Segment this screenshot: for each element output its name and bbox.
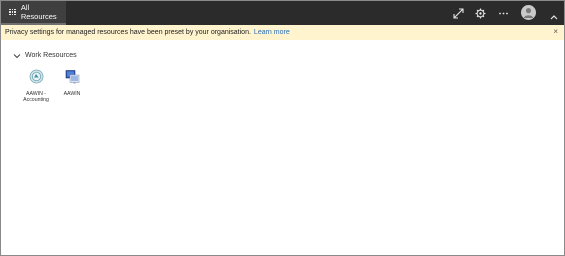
chevron-up-icon[interactable] [548, 11, 560, 23]
privacy-banner: Privacy settings for managed resources h… [1, 25, 564, 40]
all-resources-tab-label: All Resources [20, 3, 57, 21]
remote-app-icon [29, 69, 44, 89]
close-icon[interactable]: × [553, 27, 558, 36]
resource-label: AAWIN - Accounting [23, 91, 49, 104]
gear-icon[interactable] [474, 7, 486, 19]
resource-label: AAWIN [63, 91, 81, 97]
top-bar: All Resources [1, 1, 564, 25]
work-resources-title: Work Resources [25, 52, 77, 59]
work-resources-section-header[interactable]: Work Resources [13, 52, 77, 59]
chevron-down-icon [13, 53, 21, 59]
resource-tile[interactable]: AAWIN [52, 69, 92, 97]
resource-tile[interactable]: AAWIN - Accounting [16, 69, 56, 103]
privacy-banner-message: Privacy settings for managed resources h… [5, 29, 251, 36]
expand-icon[interactable] [452, 7, 464, 19]
all-resources-tab[interactable]: All Resources [1, 1, 66, 25]
more-icon[interactable] [497, 7, 509, 19]
app-window: All Resources Privacy settings for manag… [0, 0, 565, 256]
grid-icon [9, 8, 16, 16]
avatar[interactable] [521, 5, 536, 20]
learn-more-link[interactable]: Learn more [254, 29, 290, 36]
remote-desktop-icon [65, 69, 80, 89]
